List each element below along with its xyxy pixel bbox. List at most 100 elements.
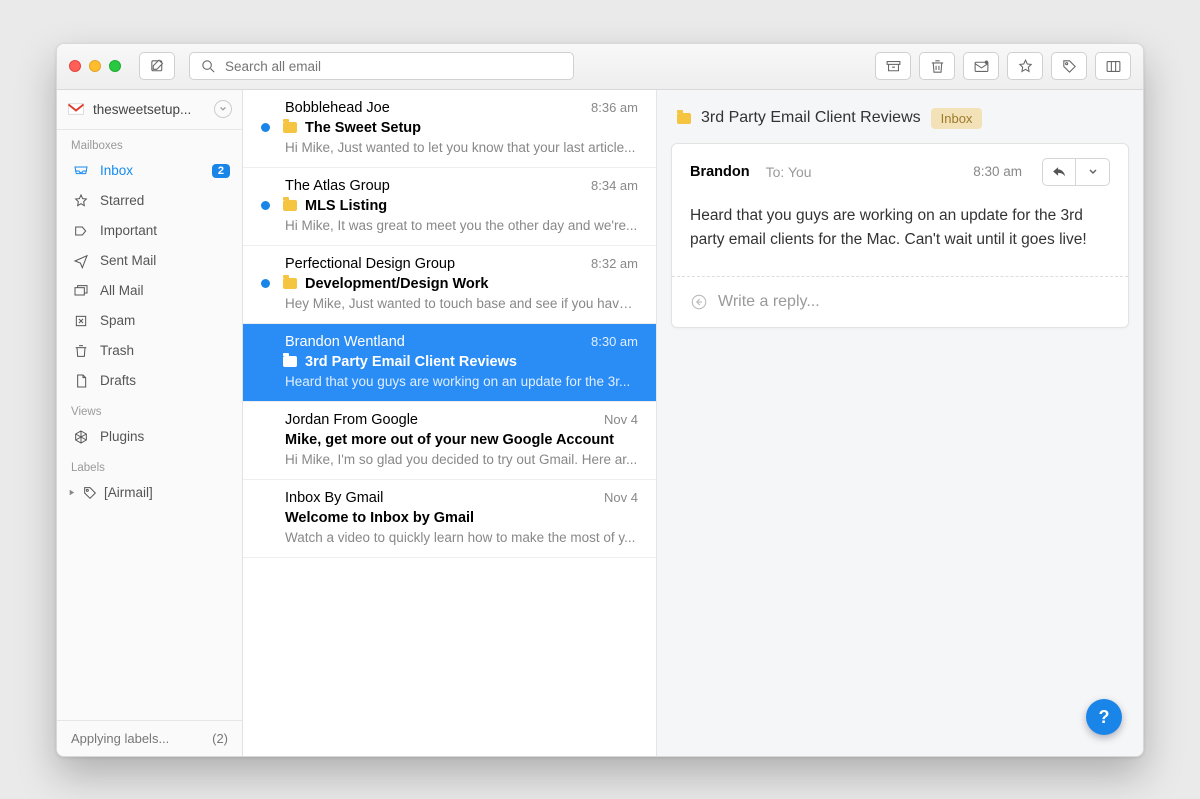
compose-button[interactable]: [139, 52, 175, 80]
status-text: Applying labels...: [71, 731, 169, 746]
sent-icon: [73, 253, 89, 269]
maximize-window-button[interactable]: [109, 60, 121, 72]
tag-button[interactable]: [1051, 52, 1087, 80]
sidebar-item-label: All Mail: [100, 283, 230, 298]
message-list: Bobblehead Joe 8:36 am The Sweet Setup Hi…: [243, 90, 657, 756]
message-card: Brandon To: You 8:30 am Heard that you g…: [671, 143, 1129, 328]
reply-circle-icon: [690, 293, 708, 311]
reply-button[interactable]: [1042, 158, 1076, 186]
message-sender: Perfectional Design Group: [285, 256, 455, 272]
compose-icon: [149, 58, 166, 75]
sidebar-item-airmail-label[interactable]: [Airmail]: [57, 478, 242, 508]
inbox-badge: 2: [212, 164, 230, 178]
message-time: Nov 4: [604, 412, 638, 427]
close-window-button[interactable]: [69, 60, 81, 72]
unread-dot-icon: [261, 279, 270, 288]
plugins-icon: [73, 429, 89, 445]
reader-pane: 3rd Party Email Client Reviews Inbox Bra…: [657, 90, 1143, 756]
reply-more-button[interactable]: [1076, 158, 1110, 186]
help-button[interactable]: ?: [1086, 699, 1122, 735]
sidebar: thesweetsetup... Mailboxes Inbox 2 Starr…: [57, 90, 243, 756]
sidebar-item-label: Inbox: [100, 163, 201, 178]
message-subject: 3rd Party Email Client Reviews: [305, 354, 517, 370]
section-labels-title: Labels: [57, 452, 242, 478]
sidebar-item-label: Trash: [100, 343, 230, 358]
reader-header: 3rd Party Email Client Reviews Inbox: [671, 104, 1129, 143]
window-controls: [69, 60, 121, 72]
message-item[interactable]: Inbox By Gmail Nov 4 Welcome to Inbox by …: [243, 480, 656, 558]
message-item[interactable]: Perfectional Design Group 8:32 am Develop…: [243, 246, 656, 324]
message-preview: Watch a video to quickly learn how to ma…: [285, 530, 638, 545]
titlebar: [57, 44, 1143, 90]
mail-unread-icon: [973, 58, 990, 75]
folder-icon: [283, 278, 297, 289]
star-button[interactable]: [1007, 52, 1043, 80]
important-icon: [73, 223, 89, 239]
tag-icon: [82, 485, 98, 501]
message-time: Nov 4: [604, 490, 638, 505]
section-views-title: Views: [57, 396, 242, 422]
archive-icon: [885, 58, 902, 75]
allmail-icon: [73, 283, 89, 299]
layout-toggle-button[interactable]: [1095, 52, 1131, 80]
message-sender: Jordan From Google: [285, 412, 418, 428]
sidebar-item-allmail[interactable]: All Mail: [57, 276, 242, 306]
message-subject: Development/Design Work: [305, 276, 488, 292]
toolbar-actions: [875, 52, 1131, 80]
mark-unread-button[interactable]: [963, 52, 999, 80]
account-dropdown-icon[interactable]: [214, 100, 232, 118]
sidebar-item-starred[interactable]: Starred: [57, 186, 242, 216]
reply-button-group: [1042, 158, 1110, 186]
message-subject: The Sweet Setup: [305, 120, 421, 136]
sidebar-item-spam[interactable]: Spam: [57, 306, 242, 336]
sidebar-item-trash[interactable]: Trash: [57, 336, 242, 366]
spam-icon: [73, 313, 89, 329]
delete-button[interactable]: [919, 52, 955, 80]
sidebar-item-label: Sent Mail: [100, 253, 230, 268]
archive-button[interactable]: [875, 52, 911, 80]
message-item[interactable]: Bobblehead Joe 8:36 am The Sweet Setup Hi…: [243, 90, 656, 168]
search-field[interactable]: [189, 52, 574, 80]
sidebar-item-sent[interactable]: Sent Mail: [57, 246, 242, 276]
chevron-down-icon: [1088, 167, 1098, 177]
message-item[interactable]: Jordan From Google Nov 4 Mike, get more o…: [243, 402, 656, 480]
tag-icon: [1061, 58, 1078, 75]
message-subject: MLS Listing: [305, 198, 387, 214]
to-label: To: You: [766, 164, 812, 180]
message-time: 8:30 am: [973, 164, 1022, 179]
inbox-icon: [73, 163, 89, 179]
message-time: 8:36 am: [591, 100, 638, 115]
folder-icon: [283, 122, 297, 133]
message-time: 8:32 am: [591, 256, 638, 271]
reply-input-row[interactable]: Write a reply...: [672, 276, 1128, 327]
sidebar-item-drafts[interactable]: Drafts: [57, 366, 242, 396]
status-bar: Applying labels... (2): [57, 720, 242, 756]
folder-icon: [283, 200, 297, 211]
sidebar-item-inbox[interactable]: Inbox 2: [57, 156, 242, 186]
message-preview: Hi Mike, Just wanted to let you know tha…: [285, 140, 638, 155]
message-preview: Heard that you guys are working on an up…: [285, 374, 638, 389]
message-subject: Mike, get more out of your new Google Ac…: [285, 432, 614, 448]
sidebar-item-label: Important: [100, 223, 230, 238]
gmail-icon: [67, 102, 85, 116]
message-item[interactable]: The Atlas Group8:34 am MLS Listing Hi Mi…: [243, 168, 656, 246]
status-count: (2): [212, 731, 228, 746]
message-subject: Welcome to Inbox by Gmail: [285, 510, 474, 526]
main-area: thesweetsetup... Mailboxes Inbox 2 Starr…: [57, 90, 1143, 756]
sidebar-item-label: Starred: [100, 193, 230, 208]
drafts-icon: [73, 373, 89, 389]
sidebar-item-label: Plugins: [100, 429, 230, 444]
message-preview: Hi Mike, It was great to meet you the ot…: [285, 218, 638, 233]
message-sender: Bobblehead Joe: [285, 100, 390, 116]
sidebar-item-label: Spam: [100, 313, 230, 328]
message-sender: Inbox By Gmail: [285, 490, 383, 506]
search-input[interactable]: [225, 59, 563, 74]
account-switcher[interactable]: thesweetsetup...: [57, 90, 242, 130]
message-sender: Brandon Wentland: [285, 334, 405, 350]
message-item-selected[interactable]: Brandon Wentland8:30 am 3rd Party Email …: [243, 324, 656, 402]
sidebar-item-important[interactable]: Important: [57, 216, 242, 246]
trash-icon: [929, 58, 946, 75]
minimize-window-button[interactable]: [89, 60, 101, 72]
folder-icon: [283, 356, 297, 367]
sidebar-item-plugins[interactable]: Plugins: [57, 422, 242, 452]
